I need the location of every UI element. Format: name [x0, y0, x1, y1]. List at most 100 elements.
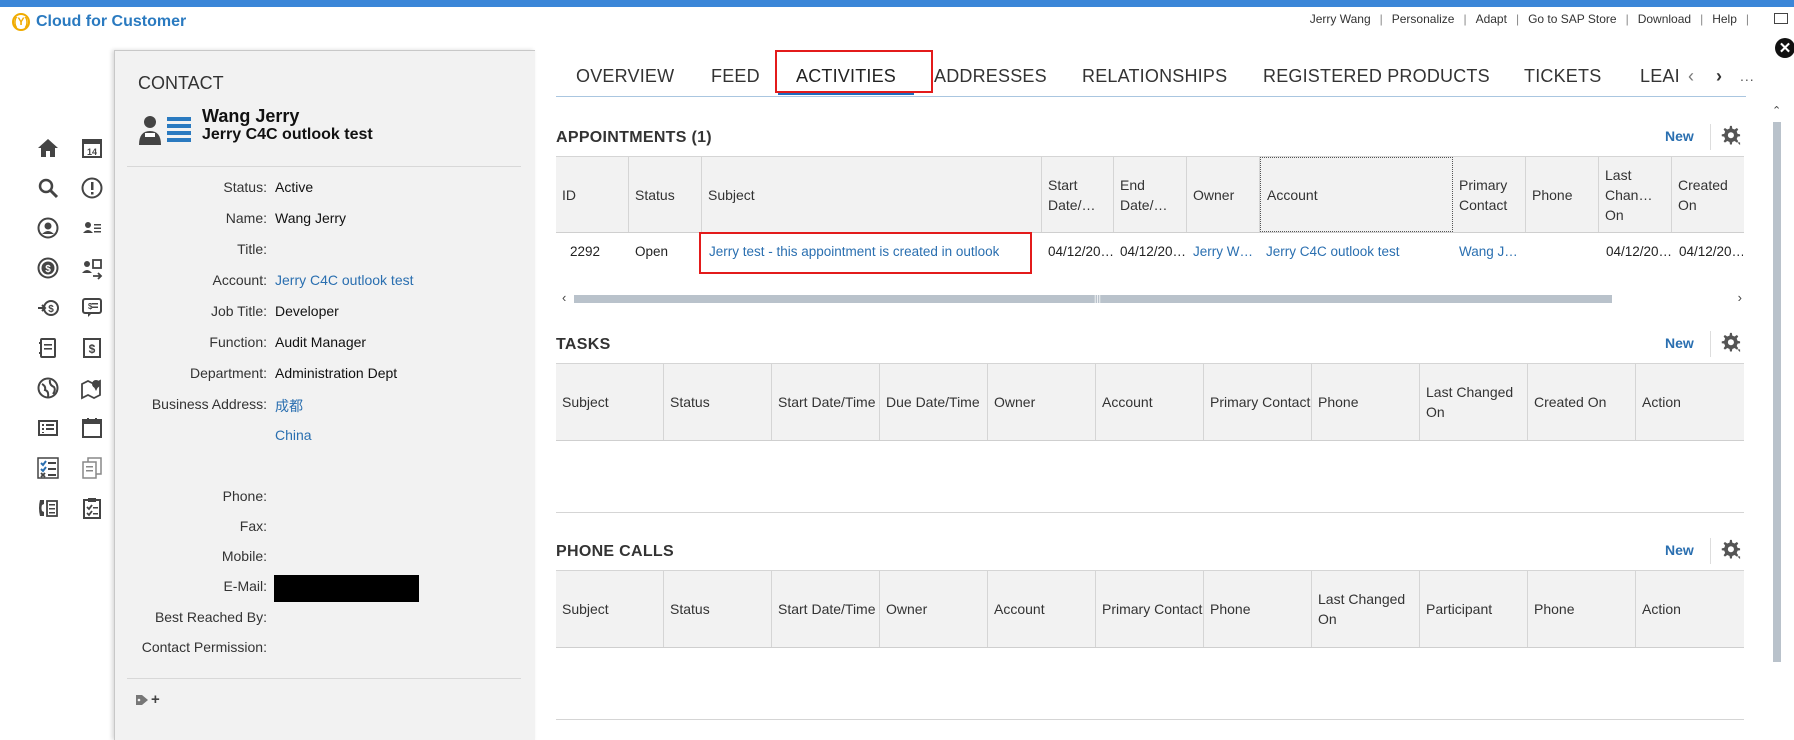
col-header-start-date-time[interactable]: Start Date/Time [772, 364, 880, 440]
map-pin-icon[interactable] [72, 377, 112, 400]
globe-icon[interactable] [28, 377, 68, 399]
planner-icon[interactable] [72, 417, 112, 439]
svg-text:$: $ [89, 342, 96, 356]
scroll-up-icon[interactable]: ⌃ [1772, 104, 1781, 117]
col-header-subject[interactable]: Subject [702, 157, 1042, 232]
col-header-end-date[interactable]: End Date/… [1114, 157, 1187, 232]
tab-relationships[interactable]: RELATIONSHIPS [1082, 66, 1227, 87]
col-header-subject[interactable]: Subject [556, 571, 664, 647]
copy-docs-icon[interactable] [72, 457, 112, 479]
phone-calls-settings-gear-icon[interactable] [1710, 538, 1745, 564]
col-header-phone[interactable]: Phone [1312, 364, 1420, 440]
col-header-primary-contact[interactable]: Primary Contact [1096, 571, 1204, 647]
close-icon[interactable]: ✕ [1775, 38, 1794, 58]
tab-overview[interactable]: OVERVIEW [576, 66, 674, 87]
col-header-status[interactable]: Status [629, 157, 702, 232]
col-header-participant[interactable]: Participant [1420, 571, 1528, 647]
col-header-primary-contact[interactable]: Primary Contact [1453, 157, 1526, 232]
highlight-box-activities [775, 50, 933, 93]
phone-calls-table: Subject Status Start Date/Time Owner Acc… [556, 570, 1744, 648]
col-header-primary-contact[interactable]: Primary Contact [1204, 364, 1312, 440]
document-icon[interactable] [28, 337, 68, 359]
col-header-due-date-time[interactable]: Due Date/Time [880, 364, 988, 440]
tab-feed[interactable]: FEED [711, 66, 760, 87]
tab-tickets[interactable]: TICKETS [1524, 66, 1601, 87]
col-header-id[interactable]: ID [556, 157, 629, 232]
adapt-link[interactable]: Adapt [1476, 12, 1507, 26]
user-menu-link[interactable]: Jerry Wang [1310, 12, 1371, 26]
tab-scroll-left-icon[interactable]: ‹ [1688, 66, 1694, 87]
col-header-owner[interactable]: Owner [1187, 157, 1260, 232]
col-header-action[interactable]: Action [1636, 364, 1744, 440]
tab-addresses[interactable]: ADDRESSES [934, 66, 1047, 87]
clipboard-check-icon[interactable] [72, 497, 112, 519]
col-header-status[interactable]: Status [664, 364, 772, 440]
col-header-account[interactable]: Account [1260, 157, 1453, 232]
tasks-table-bottom-border [556, 512, 1744, 513]
search-icon[interactable] [28, 177, 68, 199]
tag-icon [136, 694, 148, 705]
address-country-link[interactable]: China [275, 427, 312, 443]
contact-icon[interactable] [28, 217, 68, 239]
alert-icon[interactable] [72, 177, 112, 199]
col-header-subject[interactable]: Subject [556, 364, 664, 440]
col-header-participant-phone[interactable]: Phone [1528, 571, 1636, 647]
col-header-phone[interactable]: Phone [1204, 571, 1312, 647]
scroll-right-icon[interactable]: › [1738, 290, 1742, 305]
download-link[interactable]: Download [1638, 12, 1691, 26]
more-options-icon[interactable]: ... [1740, 68, 1755, 84]
col-header-last-changed-on[interactable]: Last Changed On [1420, 364, 1528, 440]
col-header-account[interactable]: Account [988, 571, 1096, 647]
phone-calls-new-button[interactable]: New [1665, 542, 1694, 558]
col-header-status[interactable]: Status [664, 571, 772, 647]
home-icon[interactable] [28, 137, 68, 159]
tasks-new-button[interactable]: New [1665, 335, 1694, 351]
col-header-action[interactable]: Action [1636, 571, 1744, 647]
vertical-scrollbar[interactable]: ⌃ [1772, 105, 1782, 676]
tab-registered-products[interactable]: REGISTERED PRODUCTS [1263, 66, 1490, 87]
divider [127, 166, 521, 167]
col-header-last-changed[interactable]: Last Chan… On [1599, 157, 1672, 232]
personalize-link[interactable]: Personalize [1392, 12, 1455, 26]
appointments-new-button[interactable]: New [1665, 128, 1694, 144]
help-link[interactable]: Help [1712, 12, 1737, 26]
vertical-scrollbar-thumb[interactable] [1773, 122, 1781, 662]
people-list-icon[interactable] [72, 217, 112, 239]
col-header-start-date-time[interactable]: Start Date/Time [772, 571, 880, 647]
col-header-owner[interactable]: Owner [988, 364, 1096, 440]
appointments-table-header: ID Status Subject Start Date/… End Date/… [556, 157, 1744, 233]
calendar-icon[interactable]: 14 [72, 137, 112, 159]
primary-contact-link[interactable]: Wang J… [1459, 244, 1525, 259]
brand[interactable]: (Y) Cloud for Customer [12, 13, 186, 31]
window-icon[interactable] [1774, 13, 1788, 24]
scroll-left-icon[interactable]: ‹ [562, 290, 566, 305]
col-header-phone[interactable]: Phone [1526, 157, 1599, 232]
col-header-created-on[interactable]: Created On [1528, 364, 1636, 440]
horizontal-scrollbar[interactable]: ‹ ||| › [562, 290, 1742, 305]
col-header-last-changed-on[interactable]: Last Changed On [1312, 571, 1420, 647]
col-header-start-date[interactable]: Start Date/… [1042, 157, 1114, 232]
chat-money-icon[interactable]: $ [72, 297, 112, 319]
col-header-account[interactable]: Account [1096, 364, 1204, 440]
list-icon[interactable] [28, 417, 68, 439]
invoice-icon[interactable]: $ [72, 337, 112, 359]
currency-icon[interactable]: $ [28, 257, 68, 279]
tab-scroll-right-icon[interactable]: › [1716, 66, 1722, 87]
phone-list-icon[interactable] [28, 497, 68, 519]
account-link[interactable]: Jerry C4C outlook test [275, 272, 414, 288]
scrollbar-thumb[interactable]: ||| [574, 293, 1612, 303]
account-link[interactable]: Jerry C4C outlook test [1266, 244, 1400, 259]
owner-link[interactable]: Jerry W… [1193, 244, 1259, 259]
top-links: Jerry Wang | Personalize | Adapt | Go to SA… [1309, 12, 1749, 26]
tab-leads[interactable]: LEAI [1640, 66, 1680, 87]
address-city-link[interactable]: 成都 [275, 396, 303, 416]
sap-store-link[interactable]: Go to SAP Store [1528, 12, 1617, 26]
checklist-icon[interactable] [28, 457, 68, 479]
col-header-owner[interactable]: Owner [880, 571, 988, 647]
money-in-icon[interactable]: $ [28, 297, 68, 319]
col-header-created-on[interactable]: Created On [1672, 157, 1744, 232]
transfer-icon[interactable] [72, 257, 112, 280]
appointments-settings-gear-icon[interactable] [1710, 124, 1745, 150]
add-tag-button[interactable]: + [135, 691, 160, 708]
tasks-settings-gear-icon[interactable] [1710, 331, 1745, 357]
